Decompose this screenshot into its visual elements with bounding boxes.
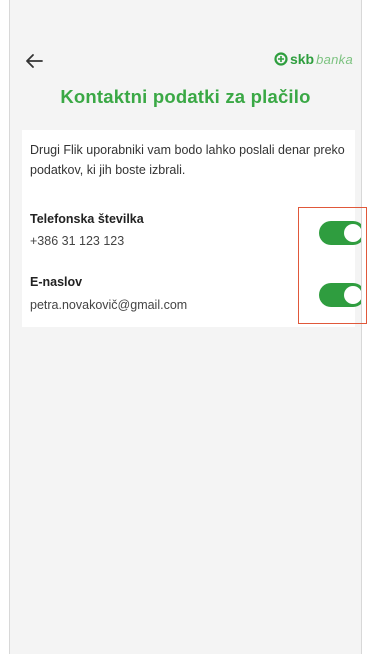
back-button[interactable] — [22, 52, 46, 70]
phone-label: Telefonska številka — [30, 212, 144, 226]
bank-logo: skb banka — [274, 49, 353, 69]
phone-screen: skb banka Kontaktni podatki za plačilo D… — [9, 0, 362, 654]
logo-text-skb: skb — [289, 51, 315, 67]
contact-options-card: Drugi Flik uporabniki vam bodo lahko pos… — [22, 130, 361, 327]
description-text: Drugi Flik uporabniki vam bodo lahko pos… — [30, 143, 345, 177]
email-value: petra.novakovič@gmail.com — [30, 298, 188, 312]
phone-toggle[interactable] — [319, 221, 361, 245]
email-label: E-naslov — [30, 275, 83, 289]
arrow-left-icon — [26, 54, 43, 68]
email-toggle[interactable] — [319, 283, 361, 307]
logo-mark-icon — [274, 52, 288, 66]
page-title: Kontaktni podatki za plačilo — [60, 86, 311, 107]
top-bar: skb banka Kontaktni podatki za plačilo — [10, 0, 361, 130]
logo-text-banka: banka — [316, 51, 353, 67]
toggle-knob — [344, 224, 361, 242]
toggle-knob — [344, 286, 361, 304]
phone-value: +386 31 123 123 — [30, 234, 125, 248]
